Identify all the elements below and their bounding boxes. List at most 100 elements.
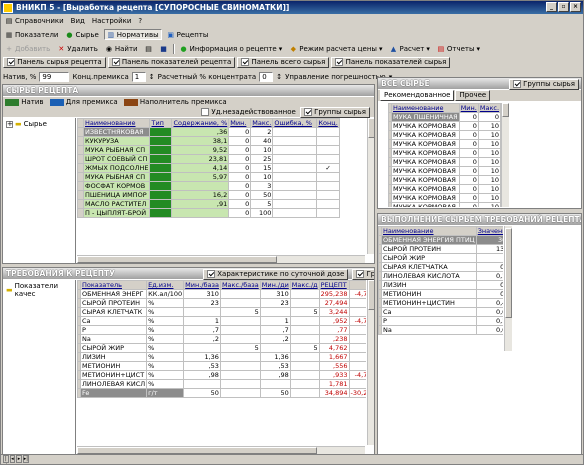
table-cell[interactable]: 10 — [477, 193, 501, 203]
conc-stepper[interactable]: ↕ — [149, 73, 155, 81]
table-cell[interactable] — [289, 325, 320, 335]
table-cell[interactable]: % — [146, 370, 185, 380]
table-cell[interactable]: МУКА РЫБНАЯ СП — [82, 172, 151, 182]
table-cell[interactable] — [272, 208, 318, 218]
table-cell[interactable]: 50 — [183, 388, 221, 398]
table-cell[interactable]: КУКУРУЗА — [82, 136, 151, 146]
menu-handbooks[interactable]: ▤ Справочники — [5, 17, 64, 25]
req-groups-toggle[interactable]: Группы сырья — [352, 269, 374, 280]
table-cell[interactable]: 5 — [219, 343, 261, 353]
table-cell[interactable]: 10 — [250, 172, 274, 182]
table-cell[interactable]: МУЧКА КОРМОВАЯ — [391, 121, 460, 131]
table-row[interactable]: СЫРОЙ ПРОТЕИН% 23 23 27,494 — [77, 298, 366, 308]
table-cell[interactable] — [183, 343, 221, 353]
table-cell[interactable]: П - ЦЫПЛЯТ-БРОЙ — [82, 208, 151, 218]
delete-button[interactable]: ✕ Удалить — [55, 43, 100, 54]
table-cell[interactable]: СЫРОЙ ПРОТЕИН — [381, 244, 477, 254]
scroll-thumb[interactable] — [368, 280, 374, 310]
table-cell[interactable]: 10 — [477, 139, 501, 149]
first-page-icon[interactable]: |◂ — [3, 455, 9, 464]
table-cell[interactable]: 50 — [250, 190, 274, 200]
column-header[interactable]: Конц. — [316, 118, 340, 128]
table-cell[interactable] — [219, 325, 261, 335]
table-cell[interactable]: 5 — [250, 199, 274, 209]
table-cell[interactable] — [219, 388, 261, 398]
fulfil-vscroll[interactable] — [504, 226, 512, 351]
calculate-button[interactable]: ▲ Расчет ▾ — [387, 43, 431, 54]
table-cell[interactable]: ИЗВЕСТНЯКОВАЯ — [82, 127, 151, 137]
table-cell[interactable] — [149, 127, 173, 137]
table-cell[interactable] — [316, 208, 340, 218]
table-cell[interactable]: 0 — [228, 136, 252, 146]
table-row[interactable]: ОБМЕННАЯ ЭНЕРГИЯ ПТИЦ307 — [378, 235, 503, 245]
table-cell[interactable]: 3 — [250, 181, 274, 191]
table-cell[interactable]: 1,667 — [318, 352, 350, 362]
table-cell[interactable]: 1 — [259, 316, 291, 326]
table-cell[interactable]: 10 — [477, 184, 501, 194]
table-cell[interactable] — [272, 127, 318, 137]
table-cell[interactable]: ,98 — [259, 370, 291, 380]
table-cell[interactable] — [171, 181, 230, 191]
table-row[interactable]: МУЧКА КОРМОВАЯ 0 10 — [388, 166, 501, 176]
table-cell[interactable] — [289, 316, 320, 326]
table-cell[interactable]: 10 — [477, 202, 501, 207]
indicators-button[interactable]: ▦ Показатели — [3, 29, 60, 40]
table-cell[interactable]: 23,81 — [171, 154, 230, 164]
table-cell[interactable]: МУЧКА КОРМОВАЯ — [391, 148, 460, 158]
table-cell[interactable]: ,7 — [183, 325, 221, 335]
checkbox[interactable] — [207, 270, 215, 278]
table-cell[interactable] — [289, 298, 320, 308]
table-cell[interactable]: 1,36 — [259, 352, 291, 362]
checkbox[interactable] — [512, 80, 521, 88]
table-cell[interactable]: 100 — [250, 208, 274, 218]
table-cell[interactable]: 15 — [250, 163, 274, 173]
table-cell[interactable]: ,933 — [318, 370, 350, 380]
table-row[interactable]: ОБМЕННАЯ ЭНЕРГКК.ал/100310310295,238-4,7… — [77, 289, 366, 299]
menu-help[interactable]: ? — [138, 17, 142, 25]
table-cell[interactable]: 310 — [259, 289, 291, 299]
table-row[interactable]: P% ,7,7,77 — [77, 325, 366, 335]
table-cell[interactable]: МУЧКА КОРМОВАЯ — [391, 175, 460, 185]
print-button[interactable]: ▤ — [143, 43, 155, 54]
table-cell[interactable] — [348, 379, 366, 389]
table-cell[interactable]: 4,762 — [318, 343, 350, 353]
column-header[interactable]: РЕЦЕПТ — [318, 280, 350, 290]
table-cell[interactable]: МУЧКА КОРМОВАЯ — [391, 130, 460, 140]
column-header[interactable]: Мин. — [228, 118, 252, 128]
table-cell[interactable] — [316, 145, 340, 155]
table-cell[interactable]: 10 — [477, 175, 501, 185]
table-cell[interactable]: -30,21 — [348, 388, 366, 398]
table-row[interactable]: МЕТИОНИН+ЦИСТ%,98,98,933-4,76 — [77, 370, 366, 380]
table-cell[interactable]: 50 — [259, 388, 291, 398]
column-header[interactable]: Наименование — [82, 118, 151, 128]
table-cell[interactable]: ,952 — [318, 316, 350, 326]
table-cell[interactable]: ✓ — [316, 163, 340, 173]
all-raw-vscroll[interactable] — [501, 103, 509, 207]
scroll-thumb[interactable] — [502, 103, 509, 117]
norms-button[interactable]: ▥ Нормативы — [103, 29, 162, 40]
table-row[interactable]: Ca0,03 — [378, 307, 503, 317]
table-row[interactable]: ШРОТ СОЕВЫЙ СП 23,81 0 25 — [77, 154, 340, 164]
minimize-button[interactable]: _ — [546, 2, 557, 12]
table-cell[interactable]: 0 — [458, 175, 479, 185]
table-cell[interactable]: % — [146, 307, 185, 317]
table-cell[interactable]: ШРОТ СОЕВЫЙ СП — [82, 154, 151, 164]
table-cell[interactable] — [316, 154, 340, 164]
calc-conc-input[interactable]: 0 — [259, 71, 274, 82]
table-cell[interactable]: 13,6 — [475, 244, 503, 254]
table-cell[interactable]: % — [146, 316, 185, 326]
table-row[interactable]: МУЧКА КОРМОВАЯ 0 10 — [388, 148, 501, 158]
column-header[interactable]: Наименование — [391, 103, 460, 113]
table-row[interactable]: МЕТИОНИН0,2 — [378, 289, 503, 299]
table-cell[interactable] — [272, 190, 318, 200]
table-cell[interactable]: 0,03 — [475, 307, 503, 317]
table-cell[interactable] — [259, 307, 291, 317]
table-cell[interactable]: 10 — [477, 166, 501, 176]
table-cell[interactable]: ,36 — [171, 127, 230, 137]
table-cell[interactable]: % — [146, 343, 185, 353]
table-cell[interactable] — [149, 172, 173, 182]
table-cell[interactable]: ЛИЗИН — [381, 280, 477, 290]
restore-button[interactable]: ▫ — [558, 2, 569, 12]
calc-conc-stepper[interactable]: ↕ — [276, 73, 282, 81]
table-cell[interactable]: ОБМЕННАЯ ЭНЕРГ — [79, 289, 148, 299]
